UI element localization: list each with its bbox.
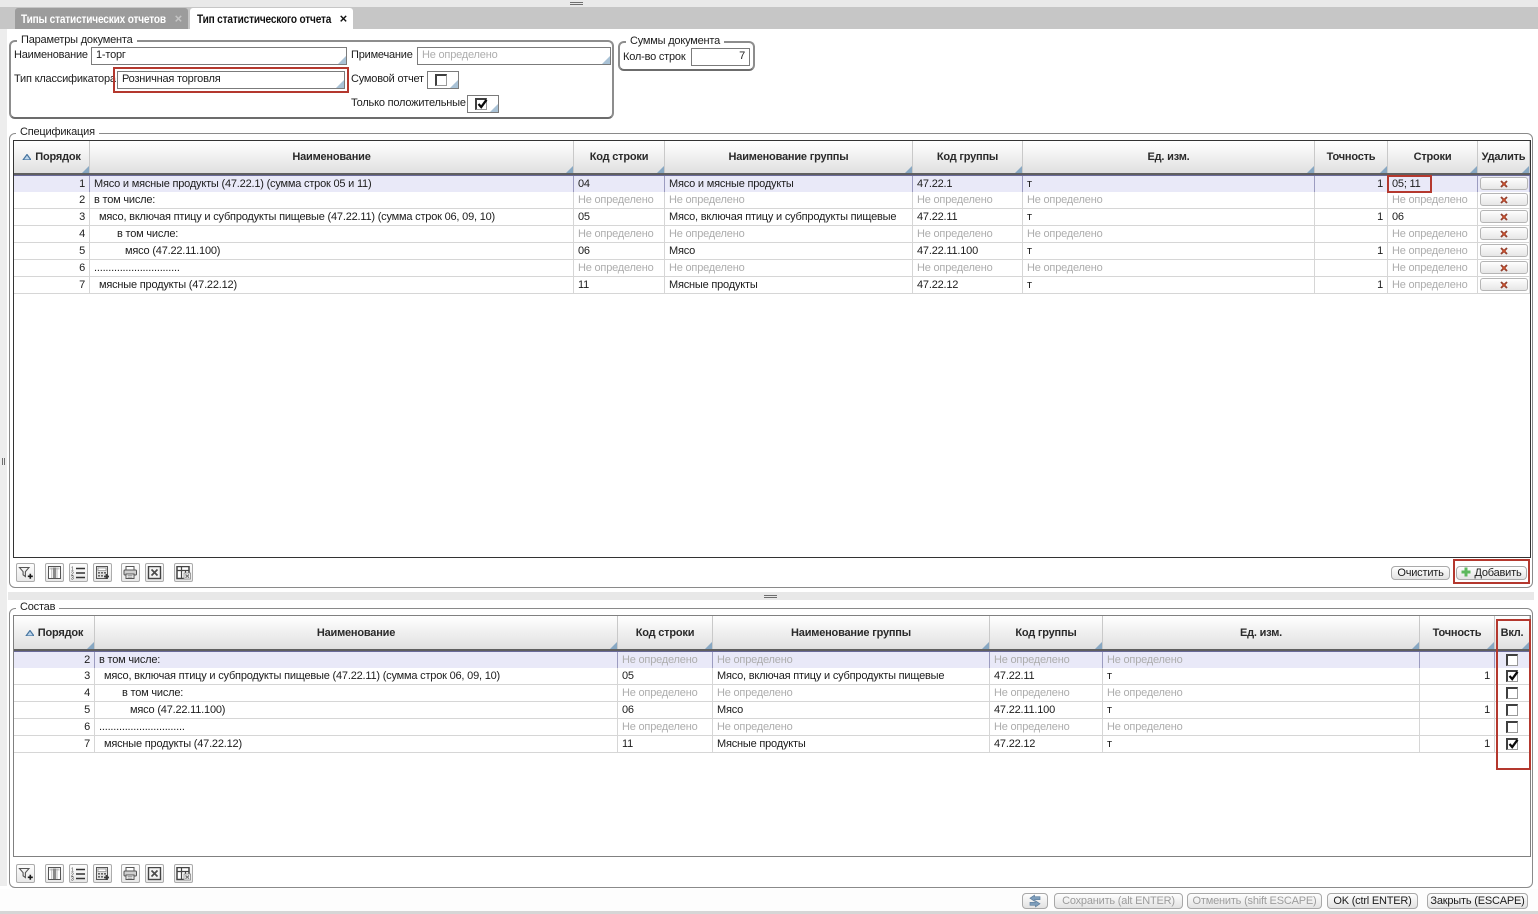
svg-text:3: 3: [71, 575, 74, 580]
svg-text:3: 3: [71, 876, 74, 881]
